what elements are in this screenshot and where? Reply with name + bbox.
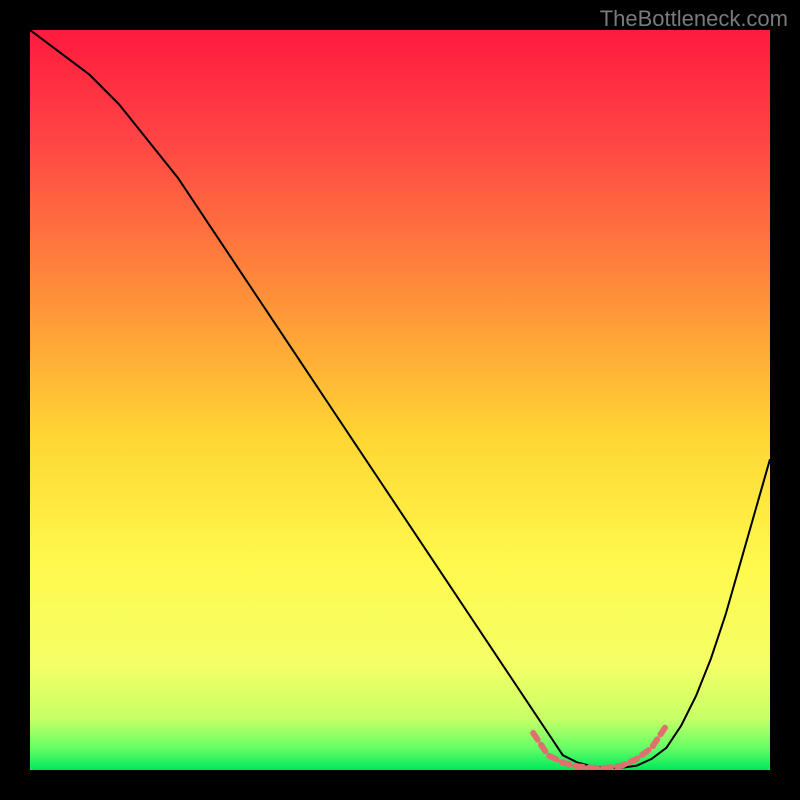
watermark-text: TheBottleneck.com — [600, 6, 788, 32]
chart-plot-area — [30, 30, 770, 770]
bottleneck-curve — [30, 30, 770, 768]
chart-curves — [30, 30, 770, 770]
